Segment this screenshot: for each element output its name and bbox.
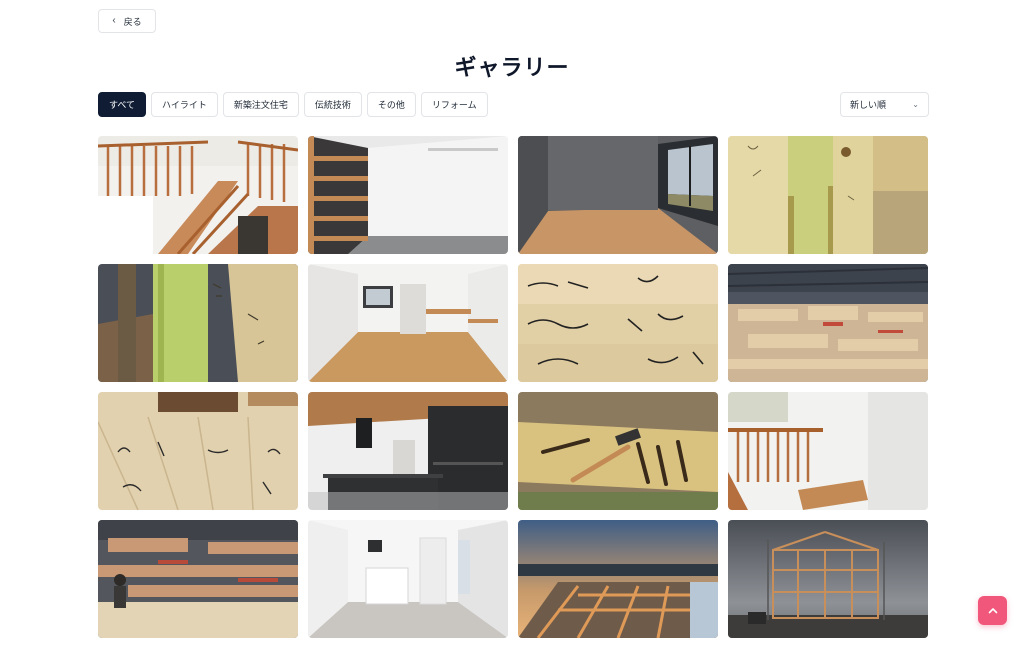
back-button-label: 戻る	[123, 16, 142, 27]
scroll-to-top-button[interactable]	[978, 596, 1007, 625]
chevron-down-icon: ⌄	[912, 100, 919, 109]
gallery-photo[interactable]	[308, 520, 508, 638]
gallery-photo[interactable]	[518, 392, 718, 510]
gallery-photo[interactable]	[98, 520, 298, 638]
chevron-left-icon: ‹	[112, 15, 116, 26]
filter-highlight[interactable]: ハイライト	[151, 92, 218, 117]
filter-other[interactable]: その他	[366, 92, 416, 117]
gallery-photo[interactable]	[308, 392, 508, 510]
sort-selected-value: 新しい順	[850, 101, 887, 111]
filter-tabs: すべて ハイライト 新築注文住宅 伝統技術 その他 リフォーム	[98, 92, 488, 117]
back-button[interactable]: ‹ 戻る	[98, 9, 156, 33]
gallery-photo[interactable]	[518, 264, 718, 382]
page-title: ギャラリー	[454, 56, 570, 81]
gallery-photo[interactable]	[728, 520, 928, 638]
gallery-photo[interactable]	[728, 264, 928, 382]
gallery-photo[interactable]	[308, 136, 508, 254]
filter-custom-home[interactable]: 新築注文住宅	[222, 92, 299, 117]
gallery-photo[interactable]	[308, 264, 508, 382]
gallery-photo[interactable]	[98, 136, 298, 254]
gallery-photo[interactable]	[518, 520, 718, 638]
filter-renovation[interactable]: リフォーム	[420, 92, 488, 117]
gallery-photo[interactable]	[728, 392, 928, 510]
gallery-photo[interactable]	[98, 392, 298, 510]
gallery-photo[interactable]	[728, 136, 928, 254]
filter-all[interactable]: すべて	[98, 92, 147, 117]
gallery-photo[interactable]	[98, 264, 298, 382]
gallery-grid	[98, 136, 928, 638]
chevron-up-icon	[988, 607, 997, 613]
sort-select[interactable]: 新しい順 ⌄	[840, 92, 929, 117]
gallery-photo[interactable]	[518, 136, 718, 254]
filter-traditional-craft[interactable]: 伝統技術	[303, 92, 362, 117]
